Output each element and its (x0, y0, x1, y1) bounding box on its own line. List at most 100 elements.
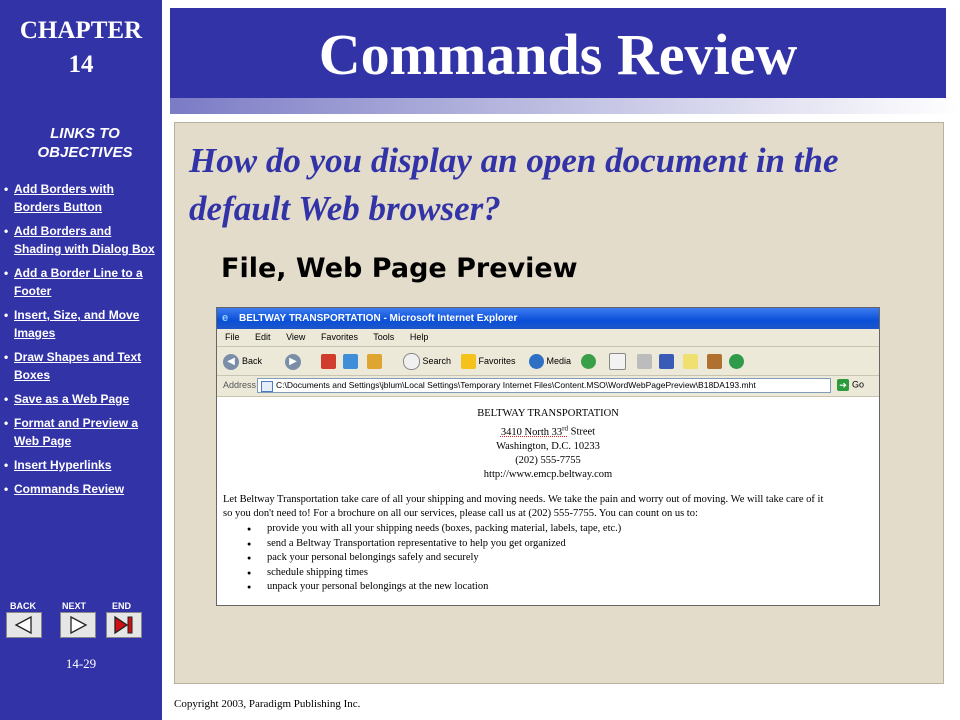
copyright-text: Copyright 2003, Paradigm Publishing Inc. (174, 698, 361, 710)
browser-address-bar: Address C:\Documents and Settings\jblum\… (217, 376, 879, 397)
go-arrow-icon: ➔ (837, 379, 849, 391)
objective-link[interactable]: Add Borders with Borders Button (14, 182, 114, 214)
page-title: Commands Review (318, 22, 798, 87)
menu-tools[interactable]: Tools (373, 332, 394, 342)
list-item: unpack your personal belongings at the n… (247, 580, 621, 595)
media-button[interactable]: Media (529, 353, 571, 370)
chapter-label: CHAPTER (19, 17, 143, 44)
messenger-button[interactable] (729, 353, 744, 370)
body-paragraph: Let Beltway Transportation take care of … (223, 494, 824, 519)
page-icon (261, 381, 273, 392)
web-page-preview: BELTWAY TRANSPORTATION 3410 North 33rd S… (217, 397, 879, 605)
objective-link[interactable]: Insert Hyperlinks (14, 458, 111, 472)
menu-edit[interactable]: Edit (255, 332, 271, 342)
links-title: LINKS TO OBJECTIVES (37, 125, 133, 161)
company-name: BELTWAY TRANSPORTATION (477, 408, 619, 419)
address-value: C:\Documents and Settings\jblum\Local Se… (276, 380, 756, 390)
address-label: Address (223, 380, 257, 390)
content-panel: How do you display an open document in t… (174, 122, 944, 684)
favorites-star-icon (461, 354, 476, 370)
objective-link-item: • Add Borders with Borders Button (4, 182, 115, 214)
list-item: pack your personal belongings safely and… (247, 551, 621, 566)
back-label: BACK (10, 601, 36, 611)
history-button[interactable] (581, 353, 596, 370)
address-input[interactable]: C:\Documents and Settings\jblum\Local Se… (257, 378, 831, 393)
city-line: Washington, D.C. 10233 (496, 440, 600, 452)
media-icon (529, 354, 544, 370)
forward-circle-icon: ▶ (285, 353, 301, 370)
browser-back-button[interactable]: ◀ Back (223, 353, 262, 370)
objective-link-item: • Insert, Size, and Move Images (4, 308, 140, 340)
stop-button[interactable] (321, 353, 336, 370)
browser-window-title: BELTWAY TRANSPORTATION - Microsoft Inter… (239, 313, 518, 324)
edit-button[interactable] (659, 353, 674, 370)
letterhead: BELTWAY TRANSPORTATION 3410 North 33rd S… (217, 407, 879, 482)
browser-forward-button[interactable]: ▶ (285, 353, 304, 370)
objective-links: • Add Borders with Borders Button • Add Bo… (4, 180, 160, 504)
menu-favorites[interactable]: Favorites (321, 332, 358, 342)
objective-link[interactable]: Add a Border Line to a Footer (14, 266, 143, 298)
mail-button[interactable] (609, 353, 626, 371)
list-item: schedule shipping times (247, 566, 621, 581)
research-icon (707, 354, 722, 370)
history-icon (581, 354, 596, 370)
refresh-icon (343, 354, 358, 370)
objective-link-item: • Add a Border Line to a Footer (4, 266, 143, 298)
browser-title-bar: e BELTWAY TRANSPORTATION - Microsoft Int… (217, 308, 879, 329)
back-button[interactable] (6, 612, 42, 638)
title-bar: Commands Review (170, 8, 946, 98)
menu-view[interactable]: View (286, 332, 305, 342)
search-icon (403, 353, 420, 371)
objective-link[interactable]: Insert, Size, and Move Images (14, 308, 139, 340)
services-list: provide you with all your shipping needs… (247, 522, 621, 595)
objective-link[interactable]: Save as a Web Page (14, 392, 129, 406)
home-icon (367, 354, 382, 370)
end-label: END (112, 601, 132, 611)
review-answer: File, Web Page Preview (221, 253, 578, 284)
favorites-button[interactable]: Favorites (461, 353, 516, 370)
messenger-icon (729, 354, 744, 370)
website-url: http://www.emcp.beltway.com (483, 468, 613, 480)
search-button[interactable]: Search (403, 353, 451, 371)
ie-logo-icon: e (222, 312, 229, 324)
discuss-button[interactable] (683, 353, 698, 370)
list-item: provide you with all your shipping needs… (247, 522, 621, 537)
next-button[interactable] (60, 612, 96, 638)
phone-number: (202) 555-7755 (515, 454, 581, 466)
stop-icon (321, 354, 336, 370)
end-button[interactable] (106, 612, 142, 638)
research-button[interactable] (707, 353, 722, 370)
objective-link-item: • Save as a Web Page (4, 392, 130, 406)
objective-link[interactable]: Add Borders and Shading with Dialog Box (14, 224, 155, 256)
word-edit-icon (659, 354, 674, 370)
back-arrow-icon (14, 615, 32, 635)
print-button[interactable] (637, 353, 652, 370)
home-button[interactable] (367, 353, 382, 370)
review-question: How do you display an open document in t… (189, 141, 839, 228)
page-number: 14-29 (65, 656, 97, 671)
go-button[interactable]: ➔ Go (837, 379, 864, 391)
sidebar: CHAPTER 14 LINKS TO OBJECTIVES • Add Borde… (0, 0, 162, 720)
objective-link[interactable]: Draw Shapes and Text Boxes (14, 350, 141, 382)
list-item: send a Beltway Transportation representa… (247, 537, 621, 552)
end-arrow-icon (114, 615, 133, 635)
title-underline-gradient (170, 98, 960, 114)
refresh-button[interactable] (343, 353, 358, 370)
objective-link-item: • Insert Hyperlinks (4, 458, 112, 472)
objective-link[interactable]: Commands Review (14, 482, 124, 496)
discuss-icon (683, 354, 698, 370)
mail-icon (609, 353, 626, 371)
objective-link-item: • Draw Shapes and Text Boxes (4, 350, 142, 382)
street-address: 3410 North 33rd Street (500, 424, 596, 438)
next-label: NEXT (62, 601, 87, 611)
browser-toolbar: ◀ Back ▶ Search Favorites Media (217, 347, 879, 376)
objective-link[interactable]: Format and Preview a Web Page (14, 416, 138, 448)
menu-help[interactable]: Help (410, 332, 429, 342)
next-arrow-icon (70, 615, 88, 635)
chapter-heading: CHAPTER 14 (0, 14, 162, 82)
browser-menu-bar: File Edit View Favorites Tools Help (217, 329, 879, 347)
chapter-number: 14 (68, 51, 94, 78)
browser-screenshot: e BELTWAY TRANSPORTATION - Microsoft Int… (216, 307, 880, 606)
menu-file[interactable]: File (225, 332, 240, 342)
print-icon (637, 354, 652, 370)
